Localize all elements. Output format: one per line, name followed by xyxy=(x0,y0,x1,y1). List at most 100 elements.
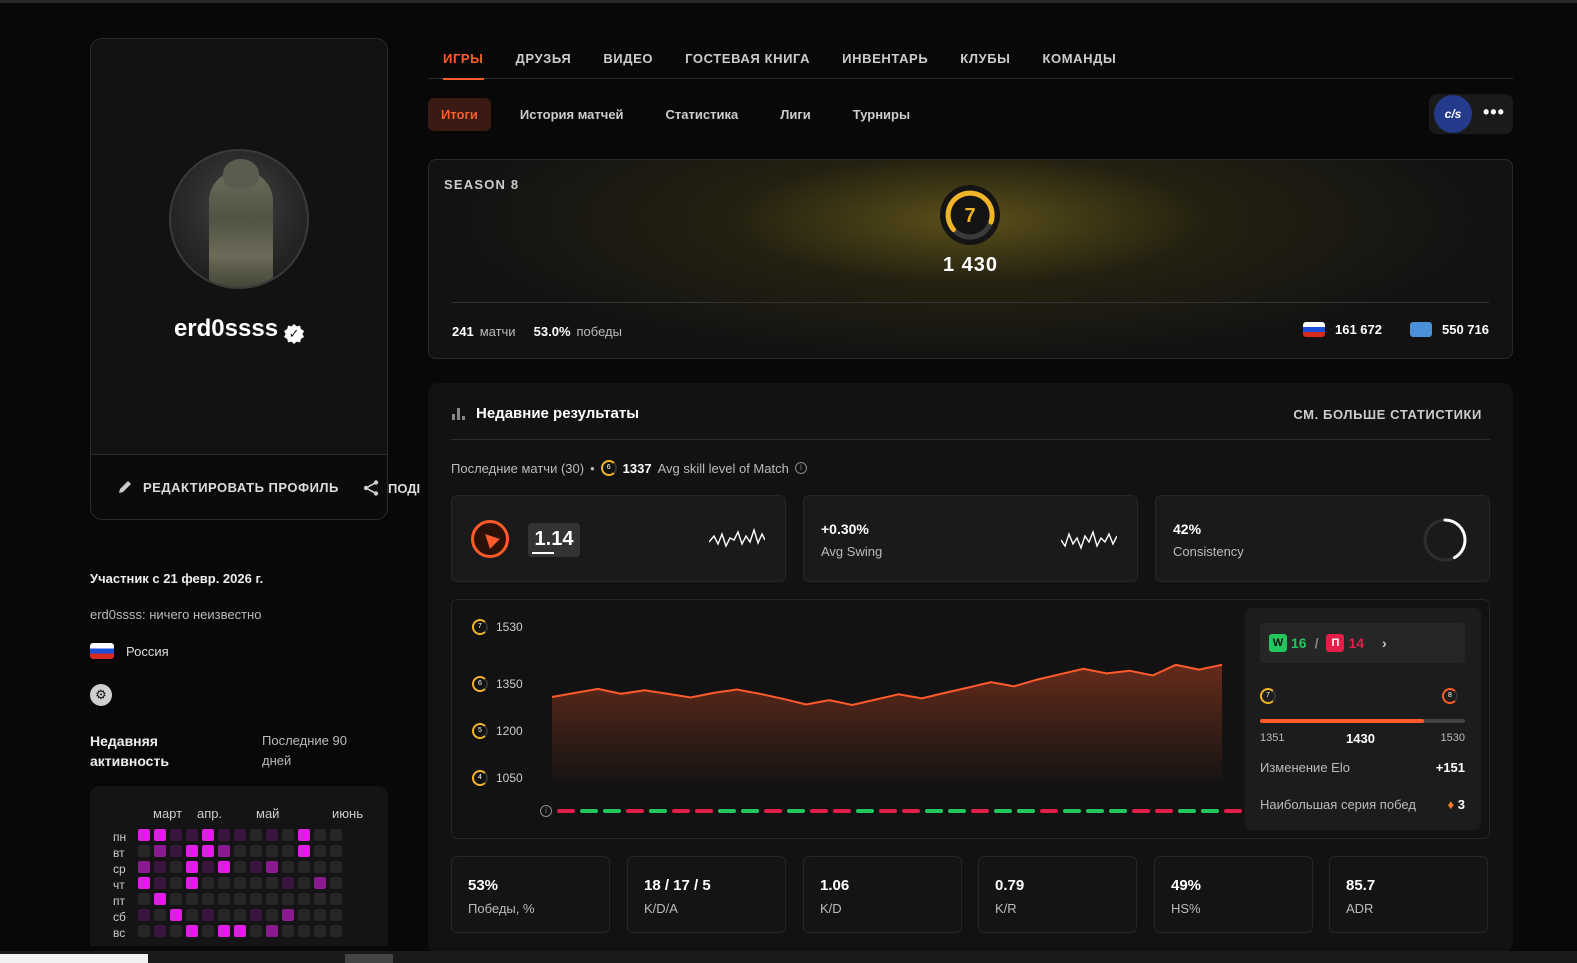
elo-point[interactable] xyxy=(734,686,740,692)
match-win-segment[interactable] xyxy=(1109,809,1127,813)
see-more-stats-link[interactable]: СМ. БОЛЬШЕ СТАТИСТИКИ xyxy=(1293,407,1482,422)
elo-point[interactable] xyxy=(965,685,971,691)
elo-point[interactable] xyxy=(711,690,717,696)
subtab-match-history[interactable]: История матчей xyxy=(507,98,637,131)
heatmap-cell[interactable] xyxy=(170,829,182,841)
heatmap-cell[interactable] xyxy=(282,925,294,937)
heatmap-cell[interactable] xyxy=(154,829,166,841)
elo-point[interactable] xyxy=(757,691,763,697)
match-loss-segment[interactable] xyxy=(1132,809,1150,813)
heatmap-cell[interactable] xyxy=(186,877,198,889)
subtab-statistics[interactable]: Статистика xyxy=(653,98,752,131)
match-win-segment[interactable] xyxy=(580,809,598,813)
heatmap-cell[interactable] xyxy=(282,861,294,873)
heatmap-cell[interactable] xyxy=(330,829,342,841)
match-win-segment[interactable] xyxy=(787,809,805,813)
edit-profile-button[interactable]: РЕДАКТИРОВАТЬ ПРОФИЛЬ xyxy=(117,479,339,495)
heatmap-cell[interactable] xyxy=(138,893,150,905)
elo-point[interactable] xyxy=(665,691,671,697)
heatmap-cell[interactable] xyxy=(298,877,310,889)
heatmap-cell[interactable] xyxy=(314,925,326,937)
heatmap-cell[interactable] xyxy=(282,829,294,841)
elo-point[interactable] xyxy=(826,697,832,703)
heatmap-cell[interactable] xyxy=(330,909,342,921)
heatmap-cell[interactable] xyxy=(330,845,342,857)
elo-point[interactable] xyxy=(688,695,694,701)
heatmap-cell[interactable] xyxy=(154,925,166,937)
heatmap-cell[interactable] xyxy=(218,925,230,937)
elo-point[interactable] xyxy=(618,691,624,697)
heatmap-cell[interactable] xyxy=(250,893,262,905)
elo-point[interactable] xyxy=(1011,683,1017,689)
info-icon[interactable]: i xyxy=(794,462,807,474)
heatmap-cell[interactable] xyxy=(218,861,230,873)
avatar[interactable] xyxy=(169,149,309,289)
tab-inventory[interactable]: ИНВЕНТАРЬ xyxy=(842,47,928,79)
heatmap-cell[interactable] xyxy=(234,829,246,841)
elo-point[interactable] xyxy=(919,695,925,701)
heatmap-cell[interactable] xyxy=(138,829,150,841)
heatmap-cell[interactable] xyxy=(138,877,150,889)
match-win-segment[interactable] xyxy=(1017,809,1035,813)
heatmap-cell[interactable] xyxy=(170,861,182,873)
heatmap-cell[interactable] xyxy=(266,893,278,905)
heatmap-cell[interactable] xyxy=(202,925,214,937)
heatmap-cell[interactable] xyxy=(202,861,214,873)
heatmap-cell[interactable] xyxy=(282,877,294,889)
match-win-segment[interactable] xyxy=(994,809,1012,813)
heatmap-cell[interactable] xyxy=(138,925,150,937)
match-loss-segment[interactable] xyxy=(879,809,897,813)
heatmap-cell[interactable] xyxy=(330,877,342,889)
match-win-segment[interactable] xyxy=(649,809,667,813)
heatmap-cell[interactable] xyxy=(234,845,246,857)
win-loss-summary[interactable]: W 16 / П 14 › xyxy=(1260,623,1465,663)
elo-point[interactable] xyxy=(1219,662,1225,668)
heatmap-cell[interactable] xyxy=(138,861,150,873)
heatmap-cell[interactable] xyxy=(170,845,182,857)
tab-games[interactable]: ИГРЫ xyxy=(443,47,484,80)
elo-point[interactable] xyxy=(872,697,878,703)
heatmap-cell[interactable] xyxy=(138,845,150,857)
heatmap-cell[interactable] xyxy=(298,909,310,921)
heatmap-cell[interactable] xyxy=(314,909,326,921)
heatmap-cell[interactable] xyxy=(170,925,182,937)
match-win-segment[interactable] xyxy=(1201,809,1219,813)
heatmap-cell[interactable] xyxy=(298,861,310,873)
elo-point[interactable] xyxy=(849,702,855,708)
heatmap-cell[interactable] xyxy=(298,893,310,905)
heatmap-cell[interactable] xyxy=(314,893,326,905)
elo-point[interactable] xyxy=(641,687,647,693)
heatmap-cell[interactable] xyxy=(218,845,230,857)
heatmap-cell[interactable] xyxy=(266,877,278,889)
heatmap-cell[interactable] xyxy=(330,925,342,937)
heatmap-cell[interactable] xyxy=(234,893,246,905)
heatmap-cell[interactable] xyxy=(282,845,294,857)
elo-point[interactable] xyxy=(1057,671,1063,677)
tab-friends[interactable]: ДРУЗЬЯ xyxy=(516,47,572,79)
more-icon[interactable]: ••• xyxy=(1483,102,1505,123)
heatmap-cell[interactable] xyxy=(314,829,326,841)
heatmap-cell[interactable] xyxy=(234,925,246,937)
heatmap-cell[interactable] xyxy=(234,877,246,889)
heatmap-cell[interactable] xyxy=(186,893,198,905)
match-win-segment[interactable] xyxy=(948,809,966,813)
match-win-segment[interactable] xyxy=(856,809,874,813)
tab-videos[interactable]: ВИДЕО xyxy=(603,47,653,79)
match-win-segment[interactable] xyxy=(1063,809,1081,813)
heatmap-cell[interactable] xyxy=(186,909,198,921)
tab-teams[interactable]: КОМАНДЫ xyxy=(1043,47,1117,79)
heatmap-cell[interactable] xyxy=(170,909,182,921)
heatmap-cell[interactable] xyxy=(314,861,326,873)
match-loss-segment[interactable] xyxy=(557,809,575,813)
match-loss-segment[interactable] xyxy=(1155,809,1173,813)
heatmap-cell[interactable] xyxy=(266,845,278,857)
heatmap-cell[interactable] xyxy=(186,925,198,937)
heatmap-cell[interactable] xyxy=(298,829,310,841)
elo-point[interactable] xyxy=(803,701,809,707)
match-win-segment[interactable] xyxy=(741,809,759,813)
heatmap-cell[interactable] xyxy=(218,893,230,905)
match-loss-segment[interactable] xyxy=(971,809,989,813)
heatmap-cell[interactable] xyxy=(282,893,294,905)
elo-point[interactable] xyxy=(1173,662,1179,668)
heatmap-cell[interactable] xyxy=(250,845,262,857)
